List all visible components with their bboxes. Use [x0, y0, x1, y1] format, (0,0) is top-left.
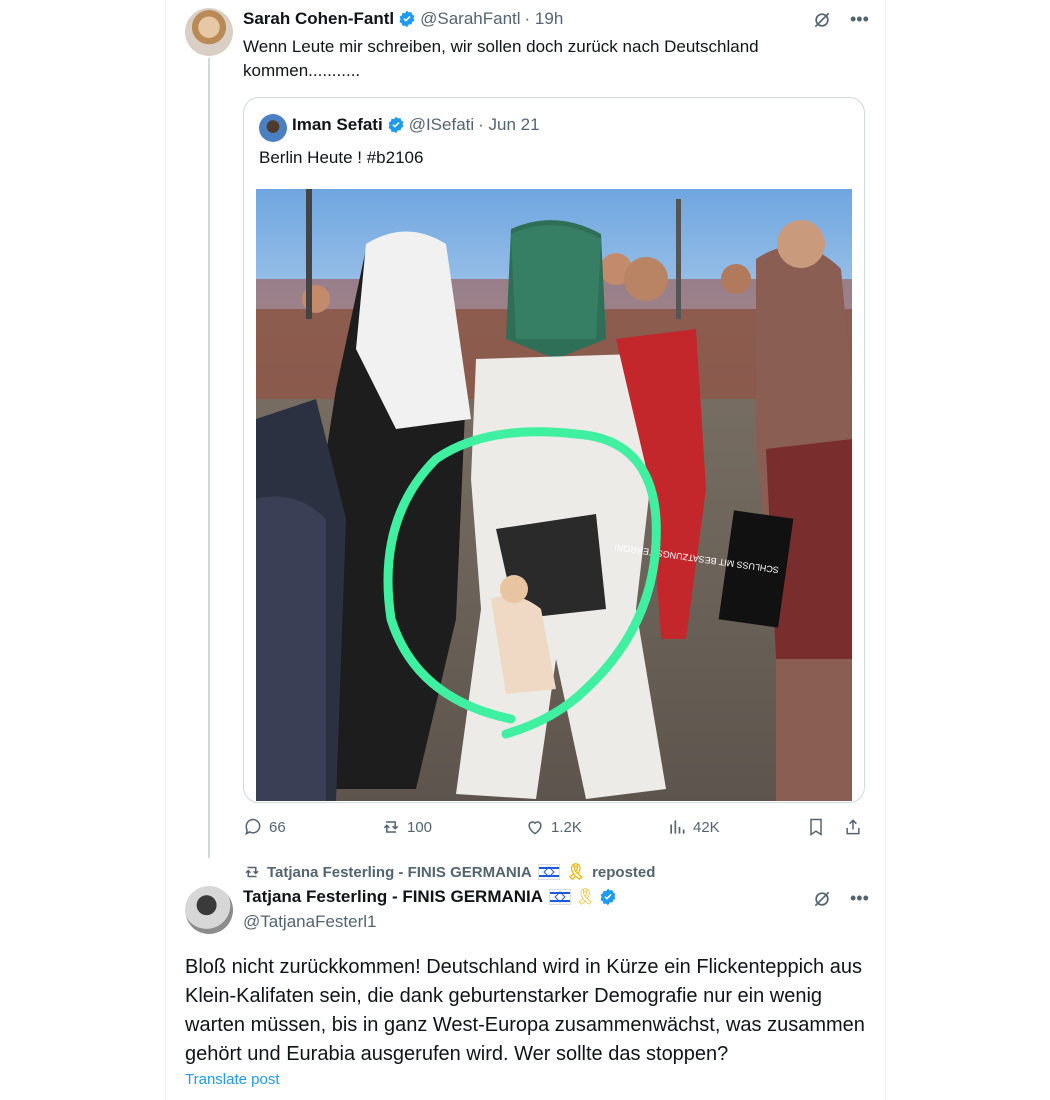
- quote-author-handle[interactable]: @ISefati: [409, 115, 474, 135]
- yellow-ribbon-icon: 🎗: [565, 864, 587, 881]
- reply-icon: [245, 818, 261, 836]
- tweet-text: Bloß nicht zurückkommen! Deutschland wir…: [185, 956, 865, 1065]
- bookmark-button[interactable]: [806, 817, 826, 837]
- quote-author-name[interactable]: Iman Sefati: [292, 115, 383, 135]
- tweet-header: Sarah Cohen-Fantl @SarahFantl · 19h: [243, 9, 563, 29]
- tweet-action-bar: 66 100 1.2K 42K: [243, 817, 863, 843]
- tweet-header: Tatjana Festerling - FINIS GERMANIA 🎗: [243, 887, 617, 907]
- tweet-top-actions: •••: [812, 9, 869, 30]
- israel-flag-icon: [537, 864, 560, 880]
- timestamp[interactable]: · 19h: [525, 9, 564, 29]
- more-icon[interactable]: •••: [850, 888, 869, 909]
- verified-badge-icon: [600, 888, 616, 906]
- like-button[interactable]: 1.2K: [525, 817, 582, 837]
- share-button[interactable]: [843, 817, 863, 837]
- quote-avatar[interactable]: [259, 114, 287, 142]
- thread-connector-line: [208, 58, 210, 858]
- repost-icon: [383, 821, 399, 833]
- views-button[interactable]: 42K: [667, 817, 720, 837]
- share-icon: [846, 819, 860, 835]
- avatar[interactable]: [185, 8, 233, 56]
- verified-badge-icon: [399, 10, 415, 28]
- grok-icon[interactable]: [812, 889, 832, 909]
- reposter-name[interactable]: Tatjana Festerling - FINIS GERMANIA: [267, 864, 532, 881]
- author-name[interactable]: Tatjana Festerling - FINIS GERMANIA: [243, 887, 543, 907]
- quote-text: Berlin Heute ! #b2106: [259, 148, 424, 167]
- repost-button[interactable]: 100: [381, 817, 432, 837]
- quote-header: Iman Sefati @ISefati · Jun 21: [292, 115, 540, 135]
- reply-count: 66: [269, 818, 286, 836]
- bookmark-icon: [810, 818, 822, 836]
- quoted-tweet[interactable]: Iman Sefati @ISefati · Jun 21 Berlin Heu…: [243, 97, 865, 803]
- israel-flag-icon: [549, 889, 572, 905]
- protest-photo[interactable]: SCHLUSS MIT BESATZUNGS TERROR!: [256, 189, 852, 801]
- author-handle[interactable]: @TatjanaFesterl1: [243, 912, 377, 932]
- repost-attribution[interactable]: Tatjana Festerling - FINIS GERMANIA 🎗 re…: [243, 862, 655, 882]
- like-count: 1.2K: [551, 818, 582, 836]
- reposted-label: reposted: [592, 863, 656, 881]
- views-icon: [670, 820, 685, 834]
- author-name[interactable]: Sarah Cohen-Fantl: [243, 9, 394, 29]
- yellow-ribbon-icon: 🎗: [575, 889, 596, 906]
- more-icon[interactable]: •••: [850, 9, 869, 30]
- repost-icon: [245, 866, 259, 878]
- grok-icon[interactable]: [812, 10, 832, 30]
- avatar[interactable]: [185, 886, 233, 934]
- author-handle[interactable]: @SarahFantl: [420, 9, 520, 29]
- heart-icon: [528, 821, 542, 835]
- verified-badge-icon: [388, 116, 404, 134]
- translate-post-link[interactable]: Translate post: [185, 1071, 280, 1088]
- tweet-top-actions: •••: [812, 888, 869, 909]
- quote-timestamp[interactable]: · Jun 21: [478, 115, 539, 135]
- tweet-text: Wenn Leute mir schreiben, wir sollen doc…: [243, 37, 759, 80]
- reply-button[interactable]: 66: [243, 817, 286, 837]
- repost-count: 100: [407, 818, 433, 836]
- views-count: 42K: [693, 818, 720, 836]
